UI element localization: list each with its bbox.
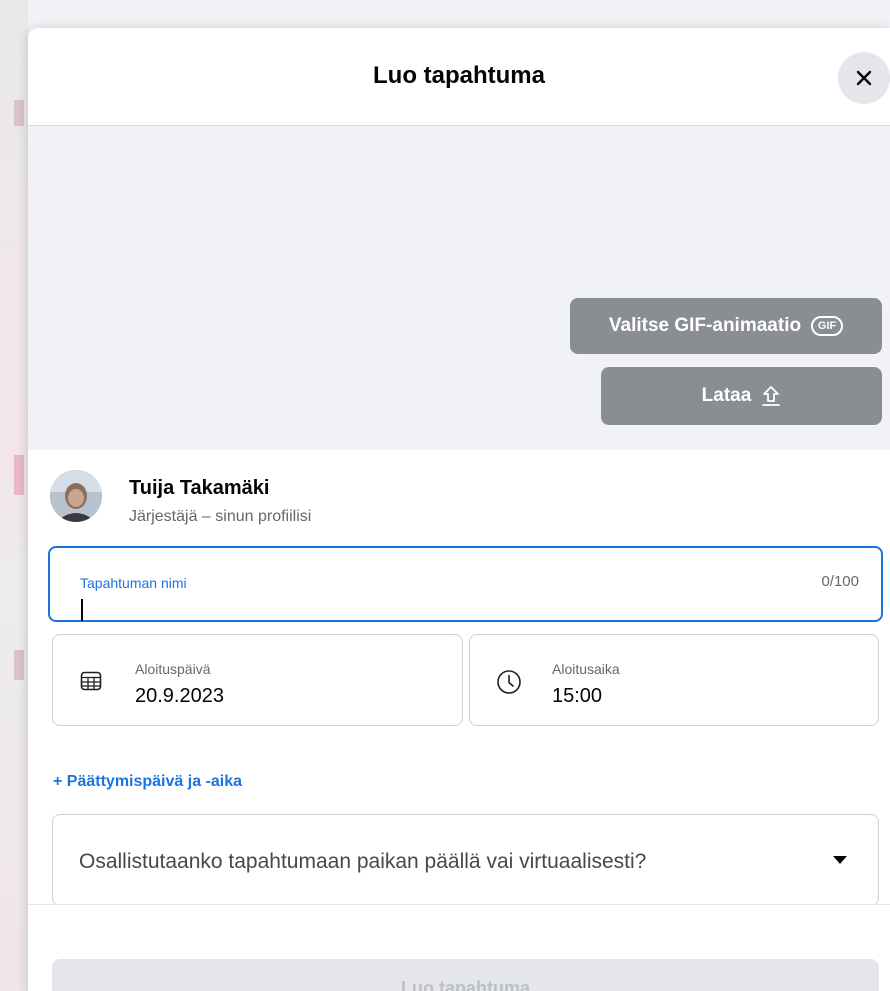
background-page (0, 0, 28, 991)
dialog-title: Luo tapahtuma (373, 62, 545, 89)
avatar-image (50, 470, 102, 522)
upload-icon (762, 386, 781, 406)
cover-photo-area: Valitse GIF-animaatio GIF Lataa (28, 126, 890, 450)
organizer-role: Järjestäjä – sinun profiilisi (129, 508, 312, 525)
dialog-header: Luo tapahtuma (28, 28, 890, 126)
create-event-button[interactable]: Luo tapahtuma (52, 959, 879, 991)
background-fragment (14, 100, 24, 126)
organizer-info: Tuija Takamäki Järjestäjä – sinun profii… (50, 470, 550, 530)
event-name-counter: 0/100 (821, 573, 859, 590)
text-cursor (81, 599, 83, 621)
event-name-label: Tapahtuman nimi (80, 575, 187, 591)
clock-icon (497, 670, 521, 694)
create-event-dialog: Luo tapahtuma Valitse GIF-animaatio GIF … (28, 28, 890, 991)
upload-button[interactable]: Lataa (601, 367, 882, 425)
background-fragment (14, 455, 24, 495)
venue-type-placeholder: Osallistutaanko tapahtumaan paikan pääll… (79, 850, 647, 873)
start-date-value: 20.9.2023 (135, 685, 224, 707)
dialog-footer: Luo tapahtuma (28, 904, 890, 991)
venue-type-select[interactable]: Osallistutaanko tapahtumaan paikan pääll… (52, 814, 879, 906)
caret-down-icon (833, 856, 847, 864)
start-time-value: 15:00 (552, 685, 603, 707)
close-button[interactable] (838, 52, 890, 104)
gif-icon: GIF (811, 316, 844, 336)
add-end-date-link[interactable]: + Päättymispäivä ja -aika (53, 773, 242, 791)
choose-gif-label: Valitse GIF-animaatio (608, 315, 802, 336)
avatar (50, 470, 102, 522)
start-date-field[interactable]: Aloituspäivä 20.9.2023 (52, 634, 463, 726)
organizer-name[interactable]: Tuija Takamäki (129, 477, 269, 500)
upload-label: Lataa (701, 385, 752, 406)
close-icon (856, 70, 872, 86)
choose-gif-button[interactable]: Valitse GIF-animaatio GIF (570, 298, 882, 354)
calendar-icon (80, 671, 102, 691)
start-date-label: Aloituspäivä (135, 661, 211, 677)
start-time-label: Aloitusaika (552, 661, 620, 677)
event-name-field[interactable]: Tapahtuman nimi 0/100 (48, 546, 883, 622)
start-time-field[interactable]: Aloitusaika 15:00 (469, 634, 879, 726)
background-fragment (14, 650, 24, 680)
